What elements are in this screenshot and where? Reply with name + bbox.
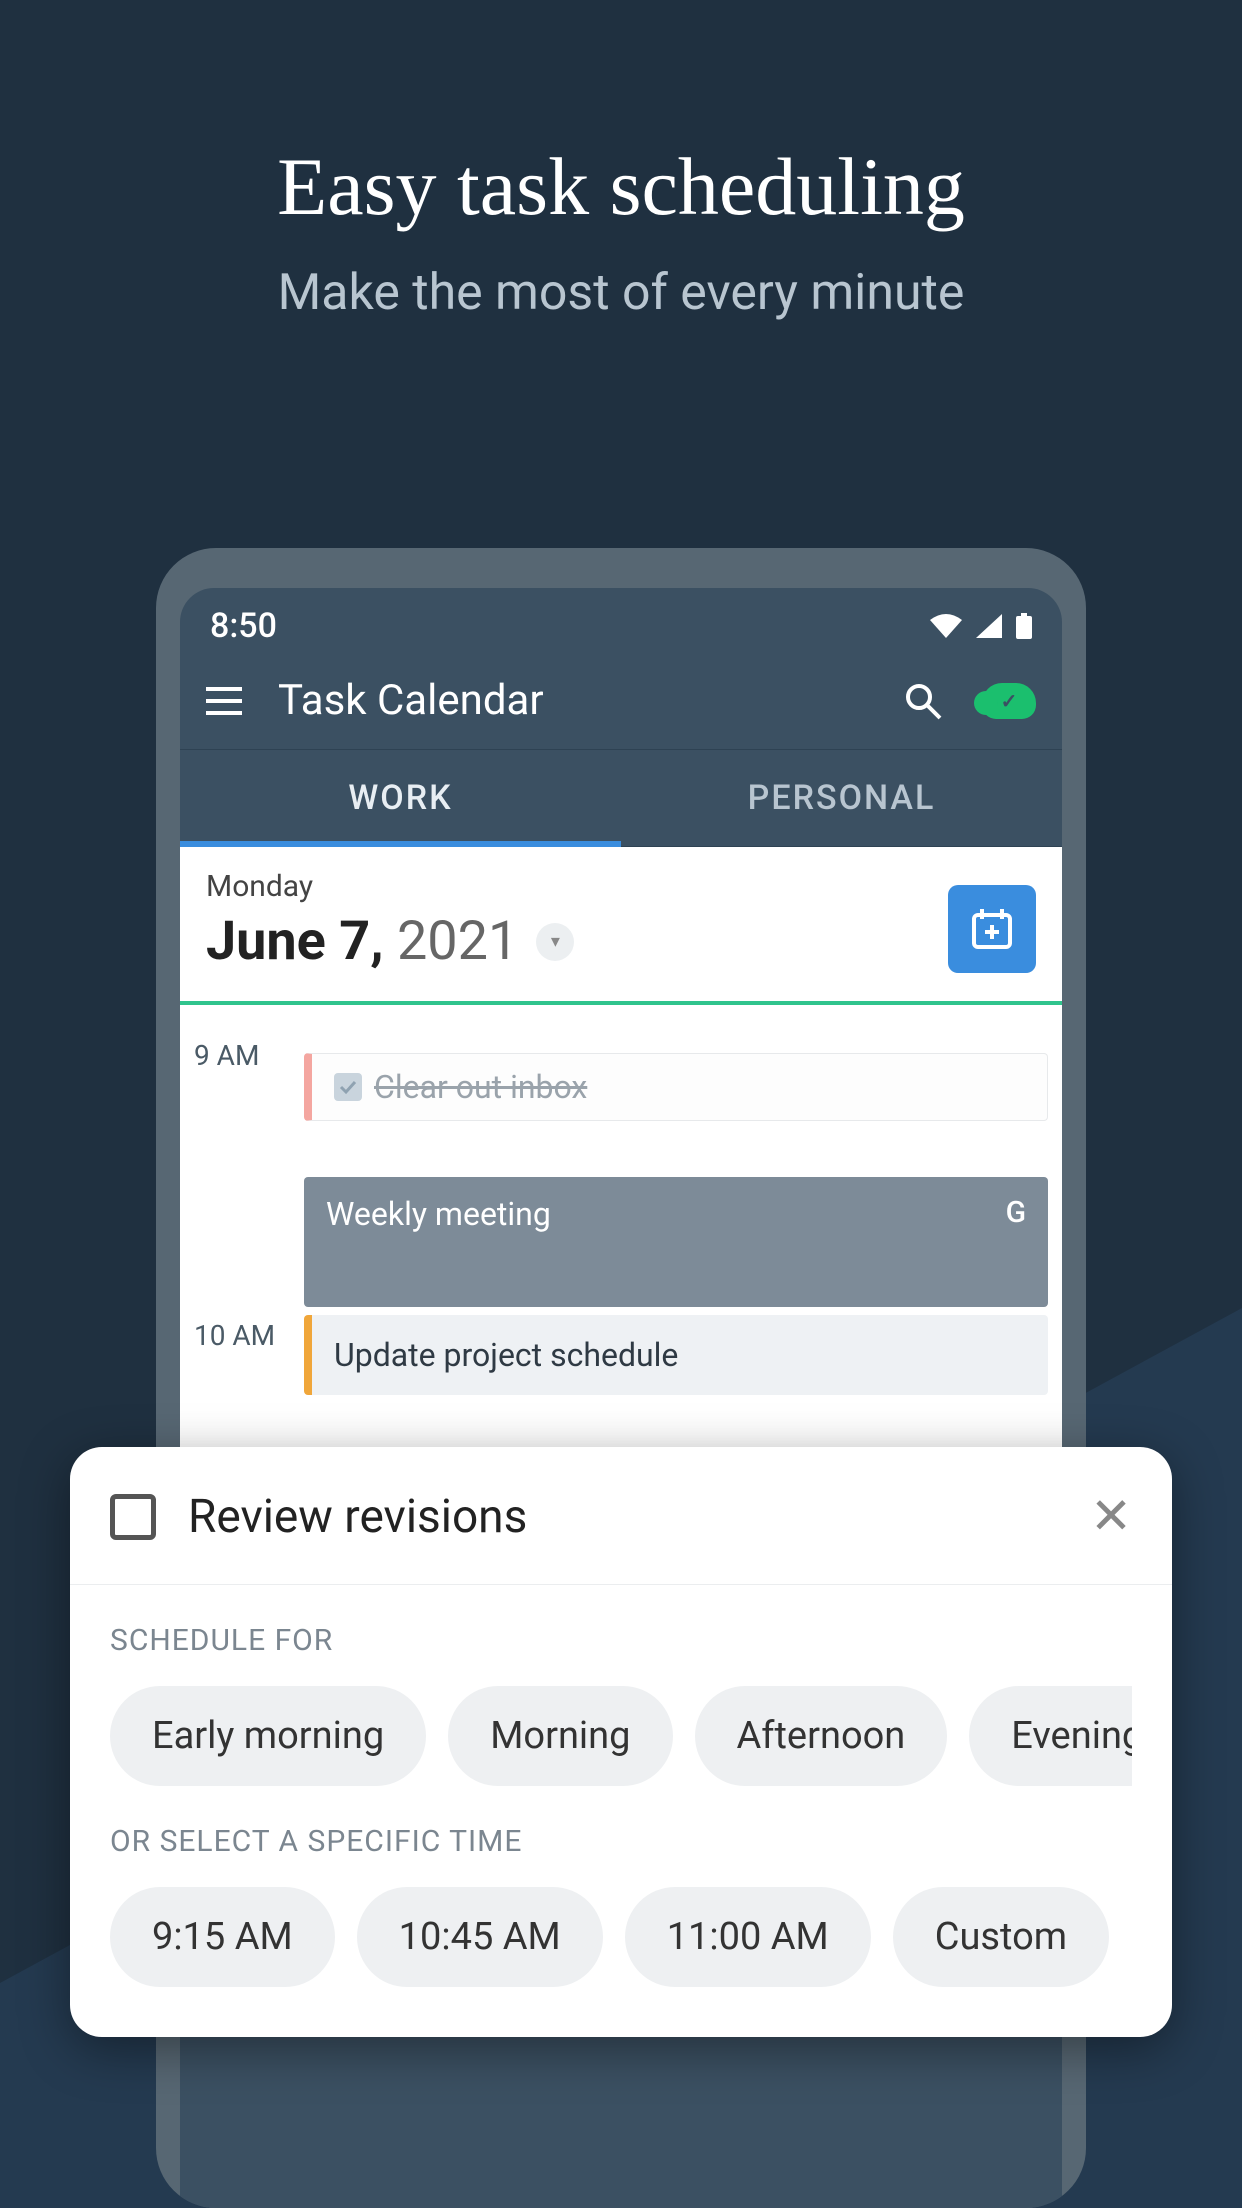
menu-icon[interactable] [206,687,242,715]
date-year: 2021 [397,910,518,973]
sheet-header: Review revisions ✕ [70,1487,1172,1585]
event-meeting[interactable]: Weekly meeting G [304,1177,1048,1307]
chip-early-morning[interactable]: Early morning [110,1686,426,1786]
time-chips: 9:15 AM 10:45 AM 11:00 AM Custom [110,1887,1132,1987]
specific-time-section: OR SELECT A SPECIFIC TIME 9:15 AM 10:45 … [70,1786,1172,1987]
date-block: Monday June 7, 2021 ▾ [206,869,574,973]
tab-bar: WORK PERSONAL [180,749,1062,847]
app-title: Task Calendar [278,676,904,725]
date-header: Monday June 7, 2021 ▾ [180,847,1062,1001]
close-icon[interactable]: ✕ [1090,1487,1132,1546]
tab-personal[interactable]: PERSONAL [621,750,1062,846]
checkmark-icon: ✓ [1001,689,1018,713]
chip-evening[interactable]: Evening [969,1686,1132,1786]
tab-work[interactable]: WORK [180,750,621,846]
add-calendar-button[interactable] [948,885,1036,973]
search-icon[interactable] [904,682,942,720]
chip-time-1[interactable]: 9:15 AM [110,1887,335,1987]
status-time: 8:50 [210,606,277,646]
schedule-for-label: SCHEDULE FOR [110,1623,1132,1658]
event-update-title: Update project schedule [334,1336,678,1374]
event-done-title: Clear out inbox [374,1068,587,1106]
chip-morning[interactable]: Morning [448,1686,672,1786]
specific-time-label: OR SELECT A SPECIFIC TIME [110,1824,1132,1859]
date-month-day: June 7, [206,910,384,973]
status-bar: 8:50 [180,588,1062,656]
app-bar: Task Calendar ✓ [180,656,1062,749]
schedule-bottom-sheet: Review revisions ✕ SCHEDULE FOR Early mo… [70,1447,1172,2037]
schedule-for-section: SCHEDULE FOR Early morning Morning After… [70,1585,1172,1786]
sheet-task-title: Review revisions [188,1490,1090,1544]
event-meeting-title: Weekly meeting [326,1195,551,1233]
chevron-down-icon[interactable]: ▾ [536,923,574,961]
calendar-plus-icon [968,905,1016,953]
promo-title: Easy task scheduling [0,140,1242,234]
signal-icon [976,614,1002,638]
time-label-10am: 10 AM [194,1319,275,1352]
google-source-icon: G [1006,1195,1026,1230]
event-completed[interactable]: Clear out inbox [304,1053,1048,1121]
task-checkbox[interactable] [110,1494,156,1540]
chip-custom-time[interactable]: Custom [893,1887,1109,1987]
chip-time-3[interactable]: 11:00 AM [625,1887,871,1987]
battery-icon [1016,613,1032,639]
sync-status-icon[interactable]: ✓ [982,683,1036,719]
promo-block: Easy task scheduling Make the most of ev… [0,0,1242,322]
chip-time-2[interactable]: 10:45 AM [357,1887,603,1987]
status-icons [930,613,1032,639]
event-task[interactable]: Update project schedule [304,1315,1048,1395]
time-label-9am: 9 AM [194,1039,259,1072]
promo-subtitle: Make the most of every minute [0,264,1242,322]
date-line[interactable]: June 7, 2021 ▾ [206,910,574,973]
wifi-icon [930,614,962,638]
day-name: Monday [206,869,574,904]
chip-afternoon[interactable]: Afternoon [695,1686,948,1786]
schedule-chips: Early morning Morning Afternoon Evening [110,1686,1132,1786]
checklist-icon [334,1073,362,1101]
